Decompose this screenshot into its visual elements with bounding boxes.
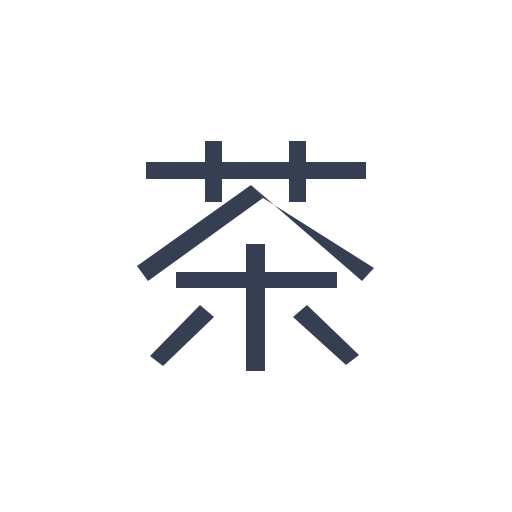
grass-radical-right-vertical bbox=[289, 141, 306, 202]
right-roof-stroke bbox=[251, 185, 374, 281]
tea-character-glyph: 茶 bbox=[137, 141, 374, 371]
left-lower-stroke bbox=[150, 305, 214, 366]
glyph-canvas: 茶 bbox=[0, 0, 512, 512]
left-roof-stroke bbox=[137, 185, 263, 281]
grass-radical-left-vertical bbox=[205, 141, 222, 202]
center-vertical-stroke bbox=[246, 244, 265, 371]
grass-radical-horizontal bbox=[146, 162, 366, 179]
right-lower-stroke bbox=[293, 305, 359, 365]
